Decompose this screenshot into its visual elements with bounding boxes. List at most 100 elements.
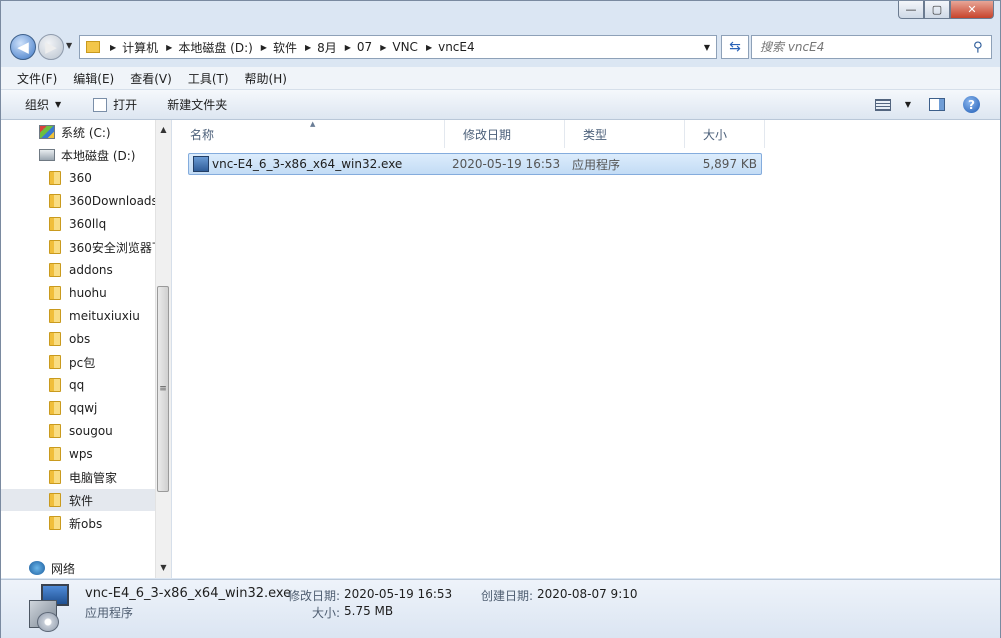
nav-label: 360llq (69, 217, 107, 231)
nav-item-folder[interactable]: 电脑管家 (1, 466, 171, 488)
nav-item-folder[interactable]: addons (1, 259, 171, 281)
nav-item-drive-d[interactable]: 本地磁盘 (D:) (1, 144, 171, 166)
close-button[interactable]: ✕ (950, 1, 994, 19)
nav-item-folder[interactable]: pc包 (1, 351, 171, 373)
breadcrumb-vnce4[interactable]: vncE4 (438, 40, 475, 54)
nav-scrollbar[interactable]: ▲ ≡ ▼ (155, 120, 171, 578)
chevron-right-icon[interactable]: ▶ (166, 43, 172, 52)
nav-label: 系统 (C:) (61, 125, 111, 140)
chevron-right-icon[interactable]: ▶ (261, 43, 267, 52)
installer-icon (27, 584, 73, 632)
menu-file[interactable]: 文件(F) (17, 70, 57, 87)
search-input[interactable] (752, 39, 973, 55)
column-label: 修改日期 (463, 127, 512, 142)
menu-help[interactable]: 帮助(H) (245, 70, 287, 87)
nav-item-folder[interactable]: 360 (1, 167, 171, 189)
drive-c-icon (39, 125, 55, 139)
open-label: 打开 (113, 98, 138, 112)
nav-label: obs (69, 332, 91, 346)
details-size-value: 5.75 MB (344, 604, 394, 618)
menu-edit[interactable]: 编辑(E) (73, 70, 114, 87)
folder-icon (49, 171, 61, 185)
open-button[interactable]: 打开 (93, 96, 137, 113)
folder-icon (49, 470, 61, 484)
details-pane: vnc-E4_6_3-x86_x64_win32.exe 应用程序 修改日期: … (1, 579, 1000, 638)
breadcrumb[interactable]: ▶ 本地磁盘 (D:) (162, 39, 253, 56)
breadcrumb[interactable]: ▶ vncE4 (422, 40, 475, 54)
file-row-selected[interactable]: vnc-E4_6_3-x86_x64_win32.exe 2020-05-19 … (188, 153, 762, 175)
nav-item-folder[interactable]: 360llq (1, 213, 171, 235)
chevron-right-icon[interactable]: ▶ (110, 43, 116, 52)
address-bar[interactable]: ▶ 计算机 ▶ 本地磁盘 (D:) ▶ 软件 ▶ 8月 ▶ 07 ▶ VNC ▶ vncE4 … (79, 35, 717, 59)
menu-tools[interactable]: 工具(T) (188, 70, 229, 87)
back-button[interactable]: ◀ (10, 34, 36, 60)
folder-icon (86, 41, 100, 53)
scroll-down-icon[interactable]: ▼ (156, 560, 171, 576)
column-header-size[interactable]: 大小 (685, 120, 765, 148)
nav-item-folder[interactable]: qq (1, 374, 171, 396)
folder-icon (49, 401, 61, 415)
maximize-button[interactable]: ▢ (924, 1, 950, 19)
nav-item-drive-c[interactable]: 系统 (C:) (1, 121, 171, 143)
new-folder-button[interactable]: 新建文件夹 (167, 96, 227, 113)
breadcrumb[interactable]: ▶ 计算机 (106, 39, 158, 56)
nav-item-folder[interactable]: wps (1, 443, 171, 465)
nav-item-folder-selected[interactable]: 软件 (1, 489, 171, 511)
details-filename: vnc-E4_6_3-x86_x64_win32.exe (85, 586, 292, 601)
breadcrumb[interactable]: ▶ 07 (341, 40, 372, 54)
scrollbar-thumb[interactable]: ≡ (157, 286, 169, 492)
breadcrumb-vnc[interactable]: VNC (392, 40, 418, 54)
chevron-right-icon[interactable]: ▶ (345, 43, 351, 52)
chevron-right-icon[interactable]: ▶ (380, 43, 386, 52)
folder-icon (49, 355, 61, 369)
chevron-right-icon[interactable]: ▶ (426, 43, 432, 52)
folder-icon (49, 309, 61, 323)
preview-pane-icon[interactable] (929, 98, 945, 111)
column-header-name[interactable]: 名称 (172, 120, 445, 148)
breadcrumb-software[interactable]: 软件 (273, 39, 297, 56)
nav-label: 本地磁盘 (D:) (61, 148, 136, 163)
breadcrumb-07[interactable]: 07 (357, 40, 372, 54)
details-modified-label: 修改日期: (288, 589, 341, 603)
nav-label: wps (69, 447, 93, 461)
help-icon[interactable]: ? (963, 96, 980, 113)
menu-view[interactable]: 查看(V) (130, 70, 172, 87)
nav-item-folder[interactable]: huohu (1, 282, 171, 304)
scroll-up-icon[interactable]: ▲ (156, 122, 171, 138)
nav-item-folder[interactable]: qqwj (1, 397, 171, 419)
breadcrumb-august[interactable]: 8月 (317, 39, 337, 56)
nav-item-network[interactable]: 网络 (1, 557, 171, 578)
search-box[interactable]: ⚲ (751, 35, 992, 59)
nav-item-folder[interactable]: meituxiuxiu (1, 305, 171, 327)
details-modified-value: 2020-05-19 16:53 (344, 587, 453, 601)
open-icon (93, 97, 108, 112)
chevron-down-icon[interactable]: ▼ (704, 43, 710, 52)
change-view-button[interactable]: ▼ (874, 98, 911, 111)
breadcrumb[interactable]: ▶ VNC (376, 40, 418, 54)
nav-item-folder[interactable]: 360Downloads (1, 190, 171, 212)
search-icon[interactable]: ⚲ (973, 40, 991, 55)
file-type: 应用程序 (572, 157, 621, 172)
breadcrumb-drive-d[interactable]: 本地磁盘 (D:) (178, 39, 252, 56)
nav-label: 网络 (51, 561, 76, 576)
nav-item-folder[interactable]: obs (1, 328, 171, 350)
nav-item-folder[interactable]: 360安全浏览器下 (1, 236, 171, 258)
details-created-label: 创建日期: (481, 589, 534, 603)
recent-pages-dropdown[interactable]: ▼ (66, 41, 72, 50)
chevron-down-icon: ▼ (904, 100, 911, 109)
chevron-right-icon[interactable]: ▶ (305, 43, 311, 52)
breadcrumb[interactable]: ▶ 软件 (257, 39, 297, 56)
nav-item-folder[interactable]: sougou (1, 420, 171, 442)
refresh-button[interactable]: ⇆ (721, 35, 749, 59)
breadcrumb-computer[interactable]: 计算机 (122, 39, 158, 56)
nav-label: 电脑管家 (69, 470, 118, 485)
nav-label: 软件 (69, 493, 94, 508)
forward-button[interactable]: ▶ (38, 34, 64, 60)
organize-button[interactable]: 组织 ▼ (25, 96, 61, 113)
column-header-modified[interactable]: 修改日期 (445, 120, 565, 148)
breadcrumb[interactable]: ▶ 8月 (301, 39, 337, 56)
folder-icon (49, 424, 61, 438)
column-header-type[interactable]: 类型 (565, 120, 685, 148)
nav-item-folder[interactable]: 新obs (1, 512, 171, 534)
minimize-button[interactable]: — (898, 1, 924, 19)
